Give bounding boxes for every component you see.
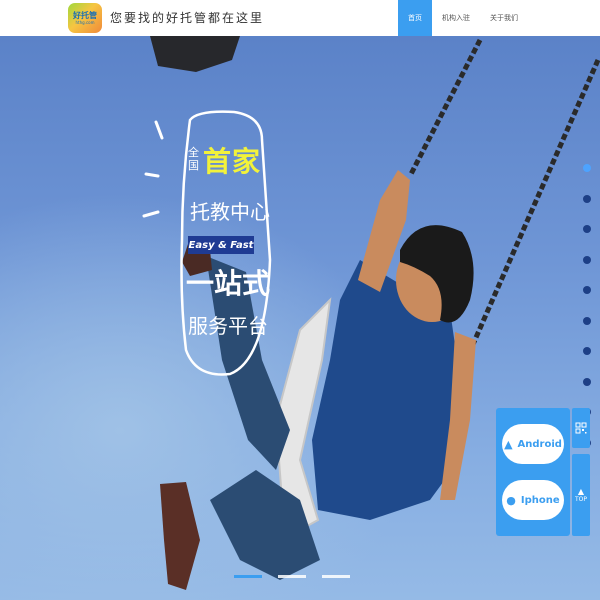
site-logo[interactable]: 好托管 hthg.com bbox=[68, 3, 102, 33]
nav-item-about[interactable]: 关于我们 bbox=[480, 0, 528, 36]
android-label: Android bbox=[517, 438, 562, 450]
nav-item-home[interactable]: 首页 bbox=[398, 0, 432, 36]
slide-dot[interactable] bbox=[583, 286, 591, 294]
headline-yizhanshi: 一站式 bbox=[186, 267, 271, 300]
logo-subtext: hthg.com bbox=[75, 20, 95, 25]
android-download-button[interactable]: ▲ Android bbox=[502, 424, 564, 464]
carousel-bar[interactable] bbox=[234, 575, 262, 578]
arrow-up-icon: ▲ bbox=[577, 487, 585, 496]
logo-text: 好托管 bbox=[73, 10, 97, 20]
headline-tuojiao: 托教中心 bbox=[190, 200, 270, 224]
slide-dot[interactable] bbox=[583, 377, 591, 386]
android-icon: ▲ bbox=[504, 437, 513, 451]
side-toolbar: ▲ TOP bbox=[572, 408, 590, 536]
apple-icon: ● bbox=[506, 493, 516, 507]
slide-dot[interactable] bbox=[583, 225, 591, 233]
sparkle-mark bbox=[144, 172, 160, 178]
photo-dark-corner bbox=[150, 36, 240, 72]
app-download-panel: ▲ Android ● Iphone bbox=[496, 408, 570, 536]
easy-fast-badge: Easy & Fast bbox=[188, 236, 254, 254]
top-label: TOP bbox=[574, 496, 587, 503]
headline-shoujia: 首家 bbox=[203, 145, 262, 178]
slide-dot[interactable] bbox=[583, 316, 591, 325]
headline-quanguo: 全国 bbox=[188, 146, 199, 172]
carousel-bar[interactable] bbox=[322, 575, 350, 578]
nav-item-join[interactable]: 机构入驻 bbox=[432, 0, 480, 36]
boy-shoe-bottom bbox=[160, 482, 200, 590]
carousel-bar[interactable] bbox=[278, 575, 306, 578]
sparkle-mark bbox=[142, 210, 160, 218]
site-header: 好托管 hthg.com 您要找的好托管都在这里 首页 机构入驻 关于我们 bbox=[0, 0, 600, 36]
qr-code-icon bbox=[575, 422, 587, 434]
slide-dot[interactable] bbox=[583, 347, 591, 355]
slide-dot[interactable] bbox=[583, 164, 591, 172]
qr-code-button[interactable] bbox=[572, 408, 590, 448]
iphone-download-button[interactable]: ● Iphone bbox=[502, 480, 564, 520]
back-to-top-button[interactable]: ▲ TOP bbox=[572, 454, 590, 536]
slide-dot[interactable] bbox=[583, 194, 591, 203]
carousel-bars bbox=[234, 575, 350, 578]
swing-chain-left bbox=[407, 38, 483, 178]
headline-fuwu: 服务平台 bbox=[188, 314, 268, 338]
site-slogan: 您要找的好托管都在这里 bbox=[110, 11, 265, 25]
iphone-label: Iphone bbox=[520, 494, 560, 506]
sparkle-mark bbox=[154, 120, 164, 140]
slide-dot[interactable] bbox=[583, 255, 591, 264]
main-nav: 首页 机构入驻 关于我们 bbox=[398, 0, 528, 36]
